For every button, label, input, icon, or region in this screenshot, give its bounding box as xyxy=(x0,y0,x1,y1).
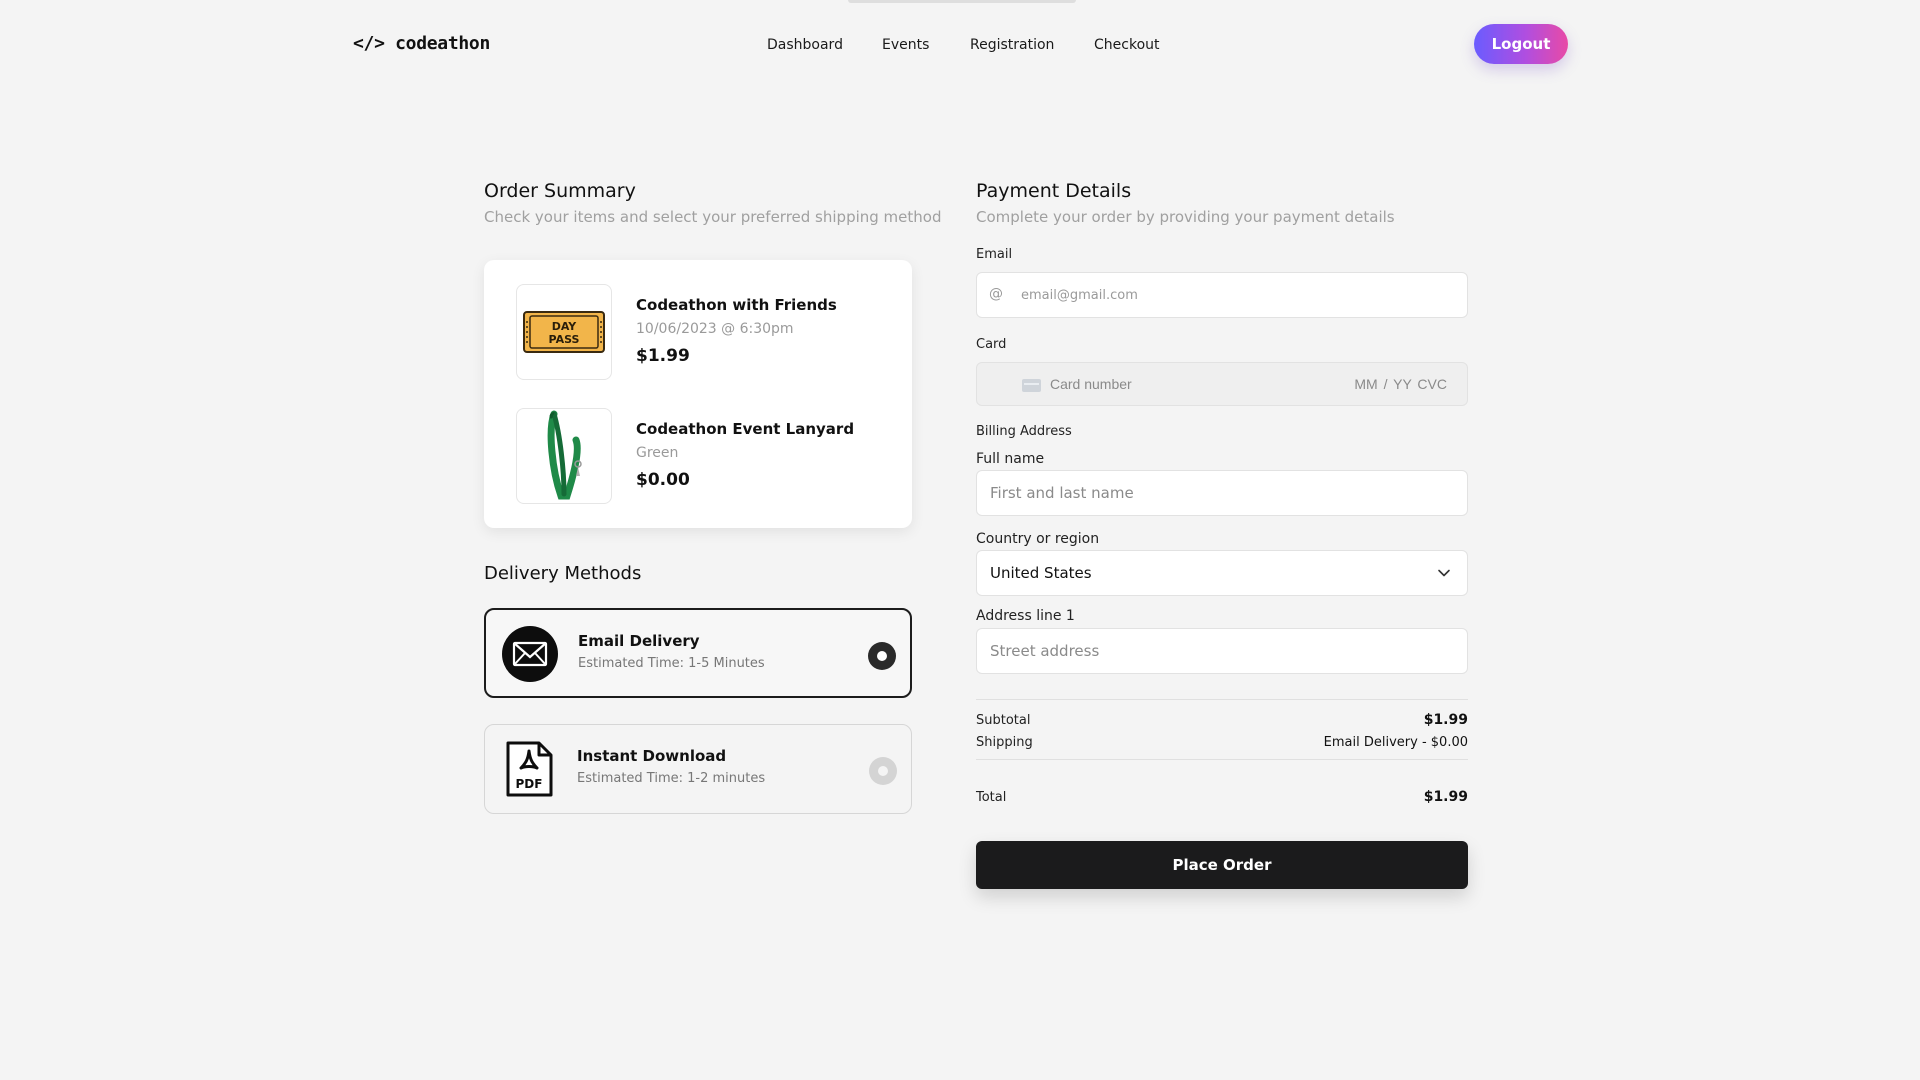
radio-unselected[interactable] xyxy=(869,757,897,785)
shipping-value: Email Delivery - $0.00 xyxy=(1323,735,1468,750)
fullname-label: Full name xyxy=(976,451,1045,467)
place-order-button[interactable]: Place Order xyxy=(976,841,1468,889)
svg-text:PASS: PASS xyxy=(549,333,580,346)
main-nav: Dashboard Events Registration Checkout xyxy=(0,37,1920,55)
item-date: 10/06/2023 @ 6:30pm xyxy=(636,321,794,337)
card-label: Card xyxy=(976,337,1007,352)
address-label: Address line 1 xyxy=(976,608,1075,624)
address-input[interactable] xyxy=(976,628,1468,674)
card-expiry-cvc-placeholder: MM / YY CVC xyxy=(1354,376,1447,392)
chevron-down-icon xyxy=(1438,569,1450,577)
item-name: Codeathon with Friends xyxy=(636,296,837,314)
pdf-file-icon: PDF xyxy=(501,741,557,797)
item-color: Green xyxy=(636,445,679,461)
credit-card-icon xyxy=(1022,379,1041,392)
green-lanyard-icon xyxy=(516,408,612,504)
envelope-icon xyxy=(502,626,558,682)
nav-registration[interactable]: Registration xyxy=(970,37,1054,53)
svg-text:PDF: PDF xyxy=(516,777,543,791)
item-price: $0.00 xyxy=(636,470,690,490)
order-summary-title: Order Summary xyxy=(484,180,636,202)
country-value: United States xyxy=(990,564,1092,582)
radio-selected[interactable] xyxy=(868,642,896,670)
day-pass-ticket-icon: DAY PASS xyxy=(516,284,612,380)
card-input[interactable]: Card number MM / YY CVC xyxy=(976,362,1468,406)
at-sign-icon: @ xyxy=(989,286,1003,302)
top-scroll-indicator xyxy=(848,0,1076,3)
svg-text:DAY: DAY xyxy=(552,320,578,333)
summary-divider xyxy=(976,759,1468,760)
country-label: Country or region xyxy=(976,531,1100,547)
logout-button[interactable]: Logout xyxy=(1474,24,1568,64)
subtotal-value: $1.99 xyxy=(1423,712,1468,728)
order-item: DAY PASS Codeathon with Friends 10/06/20… xyxy=(516,284,896,380)
item-name: Codeathon Event Lanyard xyxy=(636,420,855,438)
nav-checkout[interactable]: Checkout xyxy=(1094,37,1160,53)
item-price: $1.99 xyxy=(636,346,690,366)
order-summary-subtitle: Check your items and select your preferr… xyxy=(484,208,942,226)
email-input[interactable] xyxy=(976,272,1468,318)
delivery-title: Email Delivery xyxy=(578,632,700,650)
billing-address-label: Billing Address xyxy=(976,424,1072,439)
email-label: Email xyxy=(976,247,1013,262)
delivery-title: Instant Download xyxy=(577,747,727,765)
delivery-estimate: Estimated Time: 1-5 Minutes xyxy=(578,656,765,671)
shipping-label: Shipping xyxy=(976,735,1033,750)
delivery-methods-title: Delivery Methods xyxy=(484,563,642,584)
order-item: Codeathon Event Lanyard Green $0.00 xyxy=(516,408,896,504)
delivery-estimate: Estimated Time: 1-2 minutes xyxy=(577,771,766,786)
total-label: Total xyxy=(976,790,1007,805)
delivery-option-email[interactable]: Email Delivery Estimated Time: 1-5 Minut… xyxy=(484,608,912,698)
payment-details-title: Payment Details xyxy=(976,180,1132,202)
total-value: $1.99 xyxy=(1423,789,1468,805)
subtotal-label: Subtotal xyxy=(976,713,1031,728)
payment-details-subtitle: Complete your order by providing your pa… xyxy=(976,208,1395,226)
fullname-input[interactable] xyxy=(976,470,1468,516)
nav-dashboard[interactable]: Dashboard xyxy=(767,37,843,53)
summary-divider xyxy=(976,699,1468,700)
order-items-card: DAY PASS Codeathon with Friends 10/06/20… xyxy=(484,260,912,528)
card-number-placeholder: Card number xyxy=(1050,376,1132,392)
nav-events[interactable]: Events xyxy=(882,37,929,53)
country-select[interactable]: United States xyxy=(976,550,1468,596)
delivery-option-download[interactable]: PDF Instant Download Estimated Time: 1-2… xyxy=(484,724,912,814)
